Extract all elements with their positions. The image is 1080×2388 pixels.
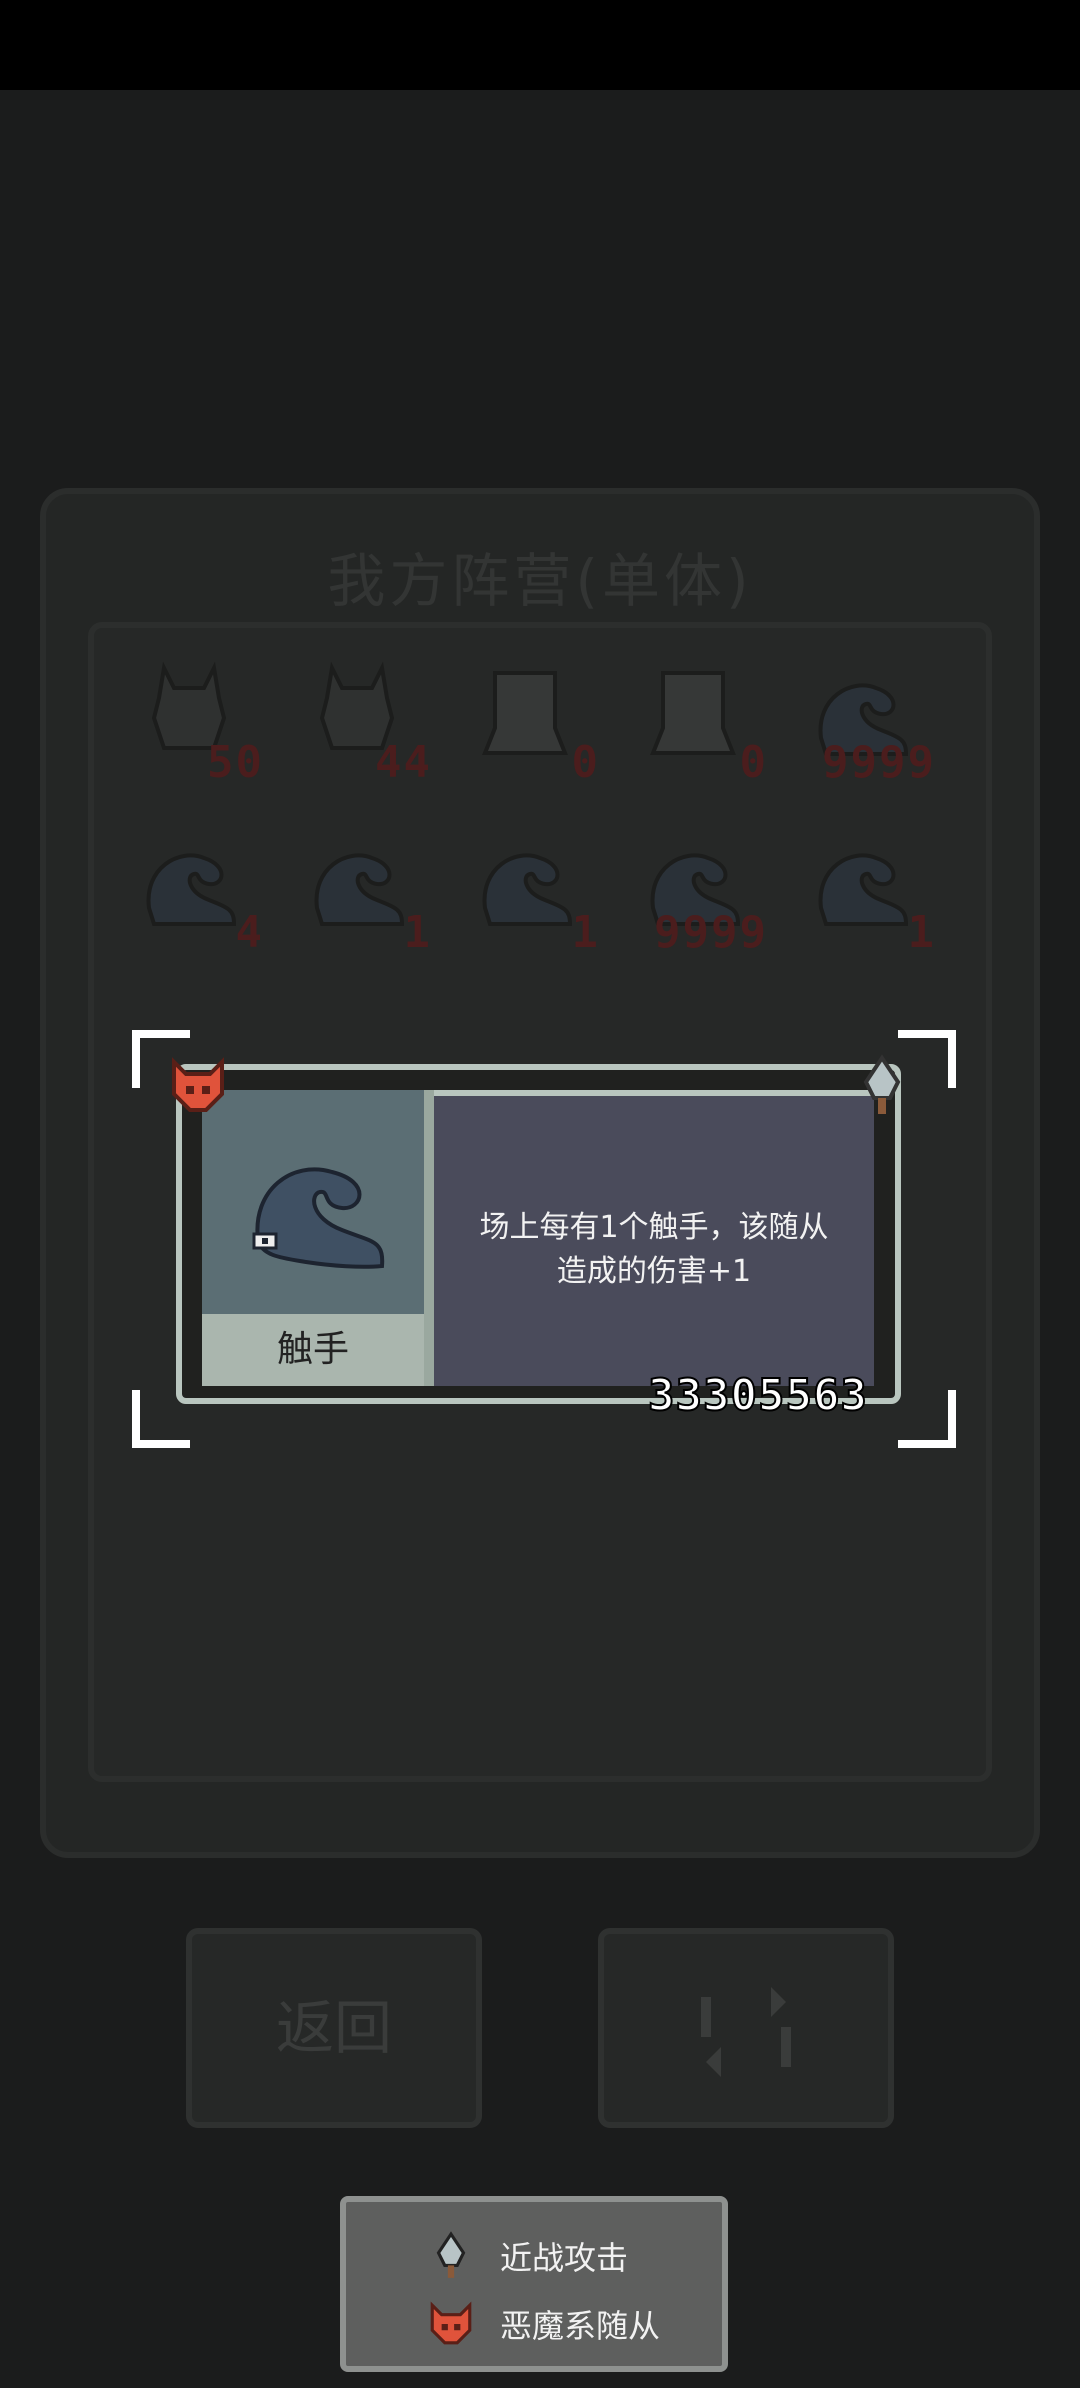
tooltip-card: 触手 场上每有1个触手，该随从 造成的伤害+1 (176, 1064, 901, 1404)
description-line-2: 造成的伤害+1 (556, 1254, 752, 1289)
legend-melee-label: 近战攻击 (500, 2239, 629, 2277)
background-unit: 1 (302, 828, 432, 958)
unit-name: 触手 (202, 1314, 424, 1386)
demon-fox-icon (166, 1054, 230, 1118)
refresh-button[interactable] (598, 1928, 894, 2128)
background-unit: 1 (806, 828, 936, 958)
tentacle-icon (314, 853, 405, 926)
back-button[interactable]: 返回 (186, 1928, 482, 2128)
melee-sword-icon (850, 1054, 914, 1118)
ghost-icon (482, 671, 568, 755)
background-unit: 44 (302, 658, 432, 788)
unit-value: 0 (739, 737, 768, 788)
tentacle-icon (818, 853, 909, 926)
unit-value: 9999 (822, 737, 936, 788)
unit-value: 44 (375, 737, 432, 788)
unit-value: 9999 (654, 907, 768, 958)
status-bar (0, 0, 1080, 90)
tentacle-icon (146, 853, 237, 926)
demon-fox-icon (430, 2301, 472, 2345)
unit-description: 场上每有1个触手，该随从 造成的伤害+1 (434, 1090, 874, 1386)
unit-value: 1 (907, 907, 936, 958)
ghost-icon (650, 671, 736, 755)
refresh-icon (701, 1987, 791, 2077)
legend-demon: 恶魔系随从 (426, 2294, 660, 2354)
background-unit: 4 (134, 828, 264, 958)
card-divider (424, 1090, 434, 1386)
description-line-1: 场上每有1个触手，该随从 (479, 1210, 829, 1245)
tentacle-icon (482, 853, 573, 926)
background-unit: 1 (470, 828, 600, 958)
background-unit: 0 (470, 658, 600, 788)
background-unit: 9999 (638, 828, 768, 958)
background-unit: 0 (638, 658, 768, 788)
unit-value: 1 (571, 907, 600, 958)
unit-value: 4 (235, 907, 264, 958)
unit-value: 50 (207, 737, 264, 788)
unit-value: 0 (571, 737, 600, 788)
background-unit: 50 (134, 658, 264, 788)
panel-title: 我方阵营(单体) (327, 547, 753, 615)
melee-sword-icon (436, 2231, 466, 2278)
bracket-bottom-right (898, 1390, 956, 1448)
background-unit: 9999 (806, 658, 936, 788)
unit-id-number: 33305563 (647, 1369, 868, 1422)
tentacle-icon (252, 1167, 385, 1269)
legend-melee: 近战攻击 (426, 2226, 628, 2286)
tag-legend: 近战攻击 恶魔系随从 (340, 2196, 728, 2372)
unit-portrait (202, 1090, 424, 1314)
unit-value: 1 (403, 907, 432, 958)
legend-demon-label: 恶魔系随从 (500, 2307, 661, 2345)
